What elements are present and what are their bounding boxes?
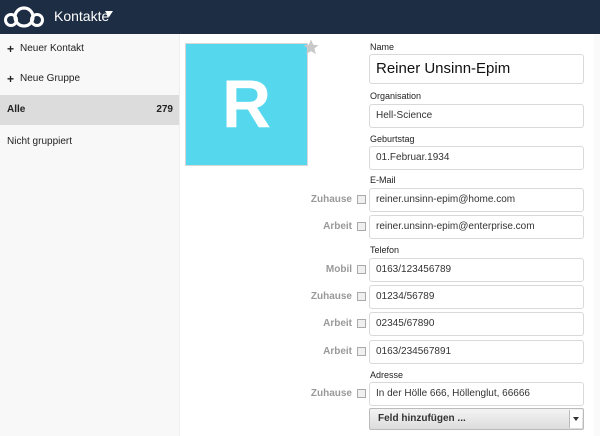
organisation-input[interactable]: Hell-Science [369, 104, 584, 128]
sidebar-item-ungrouped[interactable]: Nicht gruppiert [0, 127, 179, 157]
ungrouped-label: Nicht gruppiert [7, 136, 73, 147]
avatar-letter: R [221, 66, 272, 142]
address-home-checkbox[interactable] [357, 389, 366, 398]
app-title[interactable]: Kontakte [54, 8, 109, 24]
phone-mobile-checkbox[interactable] [357, 265, 366, 274]
sidebar-item-all[interactable]: Alle 279 [0, 95, 179, 125]
chevron-down-icon[interactable] [105, 11, 113, 17]
star-icon[interactable] [302, 38, 320, 56]
address-label: Adresse [370, 370, 404, 380]
avatar[interactable]: R [185, 43, 308, 166]
address-home-input[interactable]: In der Hölle 666, Höllenglut, 66666 [369, 382, 584, 406]
phone-home-input[interactable]: 01234/56789 [369, 285, 584, 309]
scrollbar[interactable] [594, 34, 600, 436]
address-type-home: Zuhause [310, 388, 352, 399]
plus-icon: + [7, 42, 15, 56]
phone-work-2-checkbox[interactable] [357, 347, 366, 356]
phone-mobile-input[interactable]: 0163/123456789 [369, 258, 584, 282]
phone-type-work: Arbeit [323, 318, 352, 329]
top-bar: Kontakte [0, 0, 600, 34]
phone-work-checkbox[interactable] [357, 319, 366, 328]
new-group-label: Neue Gruppe [20, 73, 81, 84]
name-label: Name [370, 42, 395, 52]
all-count: 279 [156, 104, 173, 115]
email-home-input[interactable]: reiner.unsinn-epim@home.com [369, 188, 584, 212]
plus-icon: + [7, 72, 15, 86]
all-label: Alle [7, 104, 26, 115]
email-work-checkbox[interactable] [357, 222, 366, 231]
phone-type-mobile: Mobil [325, 264, 352, 275]
email-type-home: Zuhause [310, 194, 352, 205]
new-contact-button[interactable]: + Neuer Kontakt [0, 34, 179, 64]
email-label: E-Mail [370, 175, 396, 185]
email-home-checkbox[interactable] [357, 195, 366, 204]
phone-type-work-2: Arbeit [323, 346, 352, 357]
email-type-work: Arbeit [323, 221, 352, 232]
birthday-label: Geburtstag [370, 134, 415, 144]
new-contact-label: Neuer Kontakt [20, 43, 84, 54]
phone-work-input[interactable]: 02345/67890 [369, 312, 584, 336]
new-group-button[interactable]: + Neue Gruppe [0, 64, 179, 94]
email-work-input[interactable]: reiner.unsinn-epim@enterprise.com [369, 215, 584, 239]
organisation-label: Organisation [370, 91, 422, 101]
chevron-down-icon [573, 417, 579, 421]
phone-type-home: Zuhause [310, 291, 352, 302]
add-field-label: Feld hinzufügen ... [378, 413, 466, 424]
cloud-logo-icon[interactable] [3, 4, 45, 30]
select-toggle[interactable] [569, 410, 582, 428]
sidebar: + Neuer Kontakt + Neue Gruppe Alle 279 N… [0, 34, 180, 436]
name-input[interactable]: Reiner Unsinn-Epim [369, 54, 584, 84]
birthday-input[interactable]: 01.Februar.1934 [369, 146, 584, 170]
phone-home-checkbox[interactable] [357, 292, 366, 301]
add-field-select[interactable]: Feld hinzufügen ... [369, 408, 584, 430]
phone-label: Telefon [370, 245, 400, 255]
phone-work-2-input[interactable]: 0163/234567891 [369, 340, 584, 364]
